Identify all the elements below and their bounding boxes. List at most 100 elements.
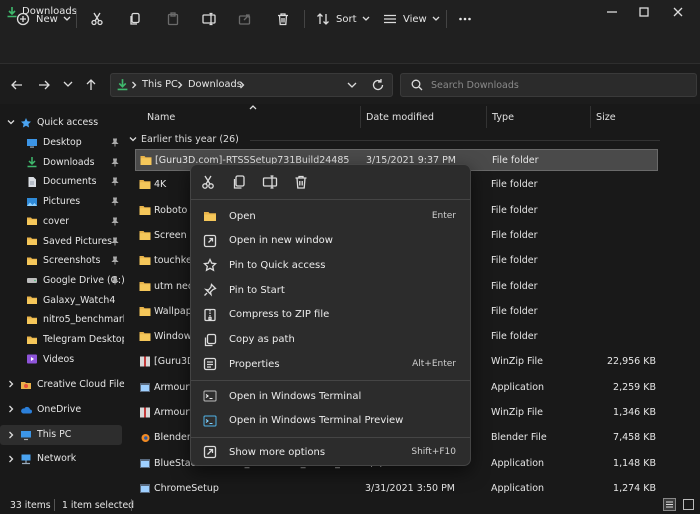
sidebar-item-nitro5-benchmark[interactable]: nitro5_benchmark: [26, 310, 124, 329]
pin-icon[interactable]: [111, 158, 119, 167]
pin-icon[interactable]: [111, 237, 119, 246]
menu-item-compress-to-zip-file[interactable]: Compress to ZIP file: [195, 304, 466, 326]
context-rename-button[interactable]: [262, 174, 278, 190]
menu-item-show-more-options[interactable]: Show more options Shift+F10: [195, 441, 466, 463]
pin-icon[interactable]: [111, 177, 119, 186]
search-placeholder[interactable]: Search Downloads: [431, 80, 519, 91]
recent-locations-button[interactable]: [62, 80, 74, 90]
cloud-icon: [21, 406, 32, 413]
maximize-button[interactable]: [634, 4, 654, 20]
sidebar-item-screenshots[interactable]: Screenshots: [26, 251, 124, 270]
folder-icon: [140, 156, 152, 165]
menu-item-copy-as-path[interactable]: Copy as path: [195, 329, 466, 351]
rename-button[interactable]: [202, 10, 216, 28]
menu-item-pin-to-quick-access[interactable]: Pin to Quick access: [195, 254, 466, 276]
pin-icon[interactable]: [111, 217, 119, 226]
sidebar-item-videos[interactable]: Videos: [26, 350, 124, 369]
sidebar-network[interactable]: Network: [20, 449, 124, 468]
pin-icon[interactable]: [111, 138, 119, 147]
paste-button[interactable]: [166, 10, 180, 28]
copy-path-icon: [204, 333, 217, 346]
up-button[interactable]: [84, 78, 98, 92]
status-divider: [131, 499, 132, 511]
minimize-button[interactable]: [602, 4, 622, 20]
sidebar-item-galaxy-watch4[interactable]: Galaxy_Watch4: [26, 291, 124, 310]
group-header[interactable]: Earlier this year (26): [141, 134, 239, 145]
menu-item-open-in-windows-terminal-preview[interactable]: Open in Windows Terminal Preview: [195, 410, 466, 432]
pin-icon[interactable]: [111, 276, 119, 285]
column-divider[interactable]: [360, 106, 361, 128]
more-button[interactable]: [458, 10, 472, 28]
plus-circle-icon: [16, 12, 30, 26]
sidebar-onedrive[interactable]: OneDrive: [20, 400, 124, 419]
sidebar-item-downloads[interactable]: Downloads: [26, 153, 124, 172]
cut-button[interactable]: [90, 10, 104, 28]
refresh-button[interactable]: [371, 78, 385, 92]
app-icon: [140, 382, 150, 392]
group-divider: [250, 140, 660, 141]
delete-button[interactable]: [276, 10, 290, 28]
sidebar-quick-access[interactable]: Quick access: [20, 113, 124, 132]
column-header-date[interactable]: Date modified: [366, 112, 434, 123]
context-copy-button[interactable]: [231, 174, 247, 190]
file-name: Blender: [154, 432, 191, 444]
details-view-button[interactable]: [663, 498, 676, 511]
file-name: utm neo: [154, 280, 194, 292]
pin-icon[interactable]: [111, 197, 119, 206]
breadcrumb-this-pc[interactable]: This PC: [142, 79, 178, 90]
expand-chevron-icon[interactable]: [7, 405, 15, 413]
expand-chevron-icon[interactable]: [7, 118, 15, 126]
chevron-down-icon: [63, 16, 71, 21]
back-button[interactable]: [10, 78, 24, 92]
column-divider[interactable]: [486, 106, 487, 128]
folder-icon: [27, 217, 37, 226]
menu-item-open[interactable]: Open Enter: [195, 205, 466, 227]
sidebar-item-label: cover: [43, 215, 70, 227]
group-collapse-icon[interactable]: [129, 135, 137, 143]
pin-icon[interactable]: [111, 256, 119, 265]
context-delete-button[interactable]: [293, 174, 309, 190]
sidebar-item-documents[interactable]: Documents: [26, 172, 124, 191]
close-button[interactable]: [668, 4, 688, 20]
sidebar-creative-cloud[interactable]: Creative Cloud Files: [20, 375, 124, 394]
share-button[interactable]: [238, 10, 252, 28]
sidebar-item-pictures[interactable]: Pictures: [26, 192, 124, 211]
column-header-type[interactable]: Type: [492, 112, 514, 123]
column-header-size[interactable]: Size: [596, 112, 616, 123]
expand-chevron-icon[interactable]: [7, 380, 15, 388]
menu-item-open-in-windows-terminal[interactable]: Open in Windows Terminal: [195, 385, 466, 407]
tiles-view-button[interactable]: [682, 498, 695, 511]
breadcrumb-downloads[interactable]: Downloads: [188, 79, 242, 90]
view-button[interactable]: View: [383, 10, 441, 28]
menu-item-label: Copy as path: [229, 334, 295, 345]
sidebar-item-cover[interactable]: cover: [26, 212, 124, 231]
column-header-name[interactable]: Name: [147, 112, 175, 123]
sort-button[interactable]: Sort: [316, 10, 371, 28]
folder-icon: [139, 256, 151, 266]
context-cut-button[interactable]: [200, 174, 216, 190]
copy-icon: [130, 12, 140, 25]
sidebar-item-label: Saved Pictures: [43, 235, 113, 247]
zip-icon: [140, 407, 150, 418]
column-divider[interactable]: [590, 106, 591, 128]
expand-chevron-icon[interactable]: [7, 455, 15, 463]
file-type: File folder: [491, 331, 538, 343]
sidebar-item-google-drive-g[interactable]: Google Drive (G:): [26, 271, 124, 290]
chevron-down-icon: [347, 82, 357, 88]
new-button[interactable]: New: [16, 10, 72, 28]
expand-chevron-icon[interactable]: [7, 431, 15, 439]
address-dropdown-button[interactable]: [346, 81, 358, 91]
sort-up-icon: [249, 104, 257, 110]
file-type: File folder: [491, 229, 538, 241]
sidebar-item-telegram-desktop[interactable]: Telegram Desktop: [26, 330, 124, 349]
sidebar-item-desktop[interactable]: Desktop: [26, 133, 124, 152]
forward-button[interactable]: [37, 78, 51, 92]
sidebar-item-label: Galaxy_Watch4: [43, 294, 116, 306]
copy-button[interactable]: [128, 10, 142, 28]
sidebar-this-pc[interactable]: This PC: [20, 425, 124, 444]
file-name: Wallpap: [154, 305, 192, 317]
menu-item-pin-to-start[interactable]: Pin to Start: [195, 279, 466, 301]
menu-item-open-in-new-window[interactable]: Open in new window: [195, 230, 466, 252]
sidebar-item-saved-pictures[interactable]: Saved Pictures: [26, 232, 124, 251]
menu-item-properties[interactable]: Properties Alt+Enter: [195, 353, 466, 375]
